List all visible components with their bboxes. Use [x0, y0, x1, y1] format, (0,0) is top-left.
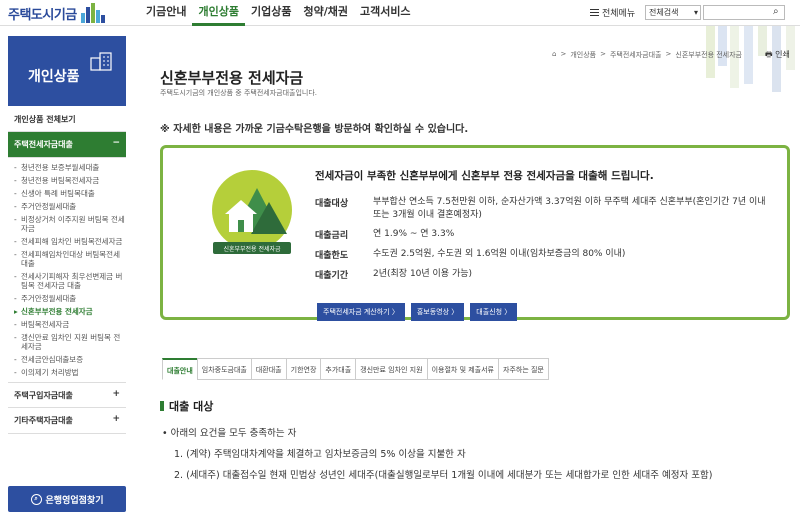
sidebar-sub-item[interactable]: 전세피해임차인대상 버팀목전세대출: [14, 248, 126, 270]
building-icon: [90, 52, 112, 71]
summary-row-limit: 대출한도 수도권 2.5억원, 수도권 외 1.6억원 이내(임차보증금의 80…: [315, 248, 773, 261]
search-icon: ⌕: [30, 493, 42, 505]
newlywed-house-emblem-icon: 신혼부부전용 전세자금: [212, 170, 292, 254]
calculator-button[interactable]: 주택전세자금 계산하기 〉: [317, 303, 405, 321]
summary-row-period: 대출기간 2년(최장 10년 이용 가능): [315, 268, 773, 281]
search-icon[interactable]: ⌕: [773, 6, 779, 17]
main-nav: 기금안내 개인상품 기업상품 청약/채권 고객서비스: [140, 0, 417, 26]
sidebar-sub-item[interactable]: 신생아 특례 버팀목대출: [14, 187, 126, 200]
breadcrumb-item[interactable]: 주택전세자금대출: [610, 50, 662, 60]
hamburger-icon: [590, 9, 599, 16]
row-value: 수도권 2.5억원, 수도권 외 1.6억원 이내(임차보증금의 80% 이내): [373, 249, 626, 259]
row-key: 대출기간: [315, 271, 349, 281]
search-scope-select[interactable]: 전체검색: [645, 5, 701, 20]
summary-row-target: 대출대상 부부합산 연소득 7.5천만원 이하, 순자산가액 3.37억원 이하…: [315, 196, 773, 222]
sidebar-sub-item[interactable]: 버팀목전세자금: [14, 318, 126, 331]
sidebar-group-jeonse[interactable]: 주택전세자금대출 −: [8, 132, 126, 158]
sidebar-group-other[interactable]: 기타주택자금대출 +: [8, 408, 126, 434]
expand-icon: +: [112, 414, 120, 424]
nav-personal-products[interactable]: 개인상품: [192, 0, 245, 26]
apply-loan-button[interactable]: 대출신청 〉: [470, 303, 518, 321]
tab-procedure-documents[interactable]: 이용절차 및 제출서류: [426, 358, 499, 380]
summary-buttons: 주택전세자금 계산하기 〉 홍보동영상 〉 대출신청 〉: [317, 303, 518, 321]
sidebar-group-label: 주택전세자금대출: [14, 140, 73, 149]
row-key: 대출금리: [315, 231, 349, 241]
sidebar-sub-item[interactable]: 갱신만료 임차인 지원 버팀목 전세자금: [14, 331, 126, 353]
summary-row-rate: 대출금리 연 1.9% ~ 연 3.3%: [315, 228, 773, 241]
logo-mark-icon: [80, 3, 107, 23]
site-logo[interactable]: 주택도시기금: [8, 3, 107, 23]
tab-faq[interactable]: 자주하는 질문: [498, 358, 549, 380]
sidebar-sub-item[interactable]: 청년전용 버팀목전세자금: [14, 174, 126, 187]
print-label: 인쇄: [775, 50, 790, 59]
sidebar: 개인상품 개인상품 전체보기 주택전세자금대출 − 청년전용 보증부월세대출 청…: [8, 36, 126, 512]
requirement-item: 2. (세대주) 대출접수일 현재 민법상 성년인 세대주(대출실행일로부터 1…: [174, 470, 713, 481]
sitemap-label: 전체메뉴: [602, 9, 636, 19]
breadcrumb-current: 신혼부부전용 전세자금: [675, 51, 742, 59]
sidebar-group-label: 기타주택자금대출: [14, 416, 73, 425]
section-marker: [160, 401, 164, 411]
header: 주택도시기금 기금안내 개인상품 기업상품 청약/채권 고객서비스 전체메뉴 전…: [0, 0, 800, 26]
row-key: 대출대상: [315, 199, 349, 209]
nav-fund-info[interactable]: 기금안내: [140, 0, 192, 26]
sidebar-title: 개인상품: [28, 69, 80, 85]
breadcrumb-sep: >: [665, 50, 672, 58]
summary-headline: 전세자금이 부족한 신혼부부에게 신혼부부 전용 전세자금을 대출해 드립니다.: [315, 170, 654, 182]
promo-video-button[interactable]: 홍보동영상 〉: [410, 303, 465, 321]
row-value: 연 1.9% ~ 연 3.3%: [373, 229, 455, 239]
emblem-label: 신혼부부전용 전세자금: [223, 245, 281, 253]
tab-loan-info[interactable]: 대출안내: [162, 358, 198, 380]
logo-text: 주택도시기금: [8, 7, 77, 23]
sidebar-group-purchase[interactable]: 주택구입자금대출 +: [8, 382, 126, 408]
page-title: 신혼부부전용 전세자금: [160, 69, 304, 87]
content-tabs: 대출안내 임차중도금대출 대환대출 기한연장 추가대출 갱신만료 임차인 지원 …: [162, 358, 549, 380]
home-icon[interactable]: ⌂: [552, 50, 556, 60]
nav-subscription-bonds[interactable]: 청약/채권: [297, 0, 354, 26]
breadcrumb-sep: >: [560, 50, 567, 58]
sidebar-sub-list: 청년전용 보증부월세대출 청년전용 버팀목전세자금 신생아 특례 버팀목대출 주…: [8, 158, 126, 382]
page-description: 주택도시기금의 개인상품 중 주택전세자금대출입니다.: [160, 89, 318, 97]
sidebar-sub-item[interactable]: 이의제기 처리방법: [14, 366, 126, 379]
nav-business-products[interactable]: 기업상품: [245, 0, 297, 26]
breadcrumb-sep: >: [600, 50, 606, 58]
collapse-icon: −: [112, 138, 120, 148]
sidebar-sub-item[interactable]: 전세사기피해자 최우선변제금 버팀목 전세자금 대출: [14, 270, 126, 292]
row-value: 2년(최장 10년 이용 가능): [373, 269, 473, 279]
sitemap-button[interactable]: 전체메뉴: [590, 6, 635, 19]
expand-icon: +: [112, 389, 120, 399]
tab-extension[interactable]: 기한연장: [285, 358, 322, 380]
sidebar-sub-item[interactable]: 청년전용 보증부월세대출: [14, 161, 126, 174]
print-button[interactable]: 🖶 인쇄: [765, 49, 790, 63]
printer-icon: 🖶: [765, 50, 773, 59]
row-key: 대출한도: [315, 251, 349, 261]
sidebar-hero: 개인상품: [8, 36, 126, 106]
tab-additional-loan[interactable]: 추가대출: [320, 358, 357, 380]
row-value: 부부합산 연소득 7.5천만원 이하, 순자산가액 3.37억원 이하 무주택 …: [373, 197, 766, 220]
tab-refinance[interactable]: 대환대출: [250, 358, 287, 380]
sidebar-sub-item[interactable]: 비정상거처 이주지원 버팀목 전세자금: [14, 213, 126, 235]
nav-customer-service[interactable]: 고객서비스: [354, 0, 417, 26]
sidebar-sub-item-active[interactable]: 신혼부부전용 전세자금: [14, 305, 126, 318]
bank-branch-finder-button[interactable]: ⌕ 은행영업점찾기: [8, 486, 126, 512]
sidebar-sub-item[interactable]: 전세금안심대출보증: [14, 353, 126, 366]
sidebar-sub-item[interactable]: 주거안정월세대출: [14, 200, 126, 213]
sidebar-sub-item[interactable]: 전세피해 임차인 버팀목전세자금: [14, 235, 126, 248]
breadcrumb: ⌂ > 개인상품 > 주택전세자금대출 > 신혼부부전용 전세자금: [552, 50, 742, 60]
tab-renewal-support[interactable]: 갱신만료 임차인 지원: [355, 358, 428, 380]
requirement-item: 1. (계약) 주택임대차계약을 체결하고 임차보증금의 5% 이상을 지불한 …: [174, 449, 466, 460]
sidebar-group-label: 주택구입자금대출: [14, 391, 73, 400]
section-title: 대출 대상: [160, 398, 213, 414]
sidebar-sub-item[interactable]: 주거안정월세대출: [14, 292, 126, 305]
product-summary-box: 신혼부부전용 전세자금 전세자금이 부족한 신혼부부에게 신혼부부 전용 전세자…: [160, 145, 790, 321]
breadcrumb-item[interactable]: 개인상품: [570, 50, 596, 60]
requirement-intro: • 아래의 요건을 모두 충족하는 자: [162, 428, 297, 439]
section-title-text: 대출 대상: [169, 400, 214, 413]
bank-button-label: 은행영업점찾기: [45, 495, 104, 506]
sidebar-all-products[interactable]: 개인상품 전체보기: [8, 106, 126, 132]
tab-interim-payment[interactable]: 임차중도금대출: [196, 358, 252, 380]
notice-text: ※ 자세한 내용은 가까운 기금수탁은행을 방문하여 확인하실 수 있습니다.: [160, 124, 469, 135]
